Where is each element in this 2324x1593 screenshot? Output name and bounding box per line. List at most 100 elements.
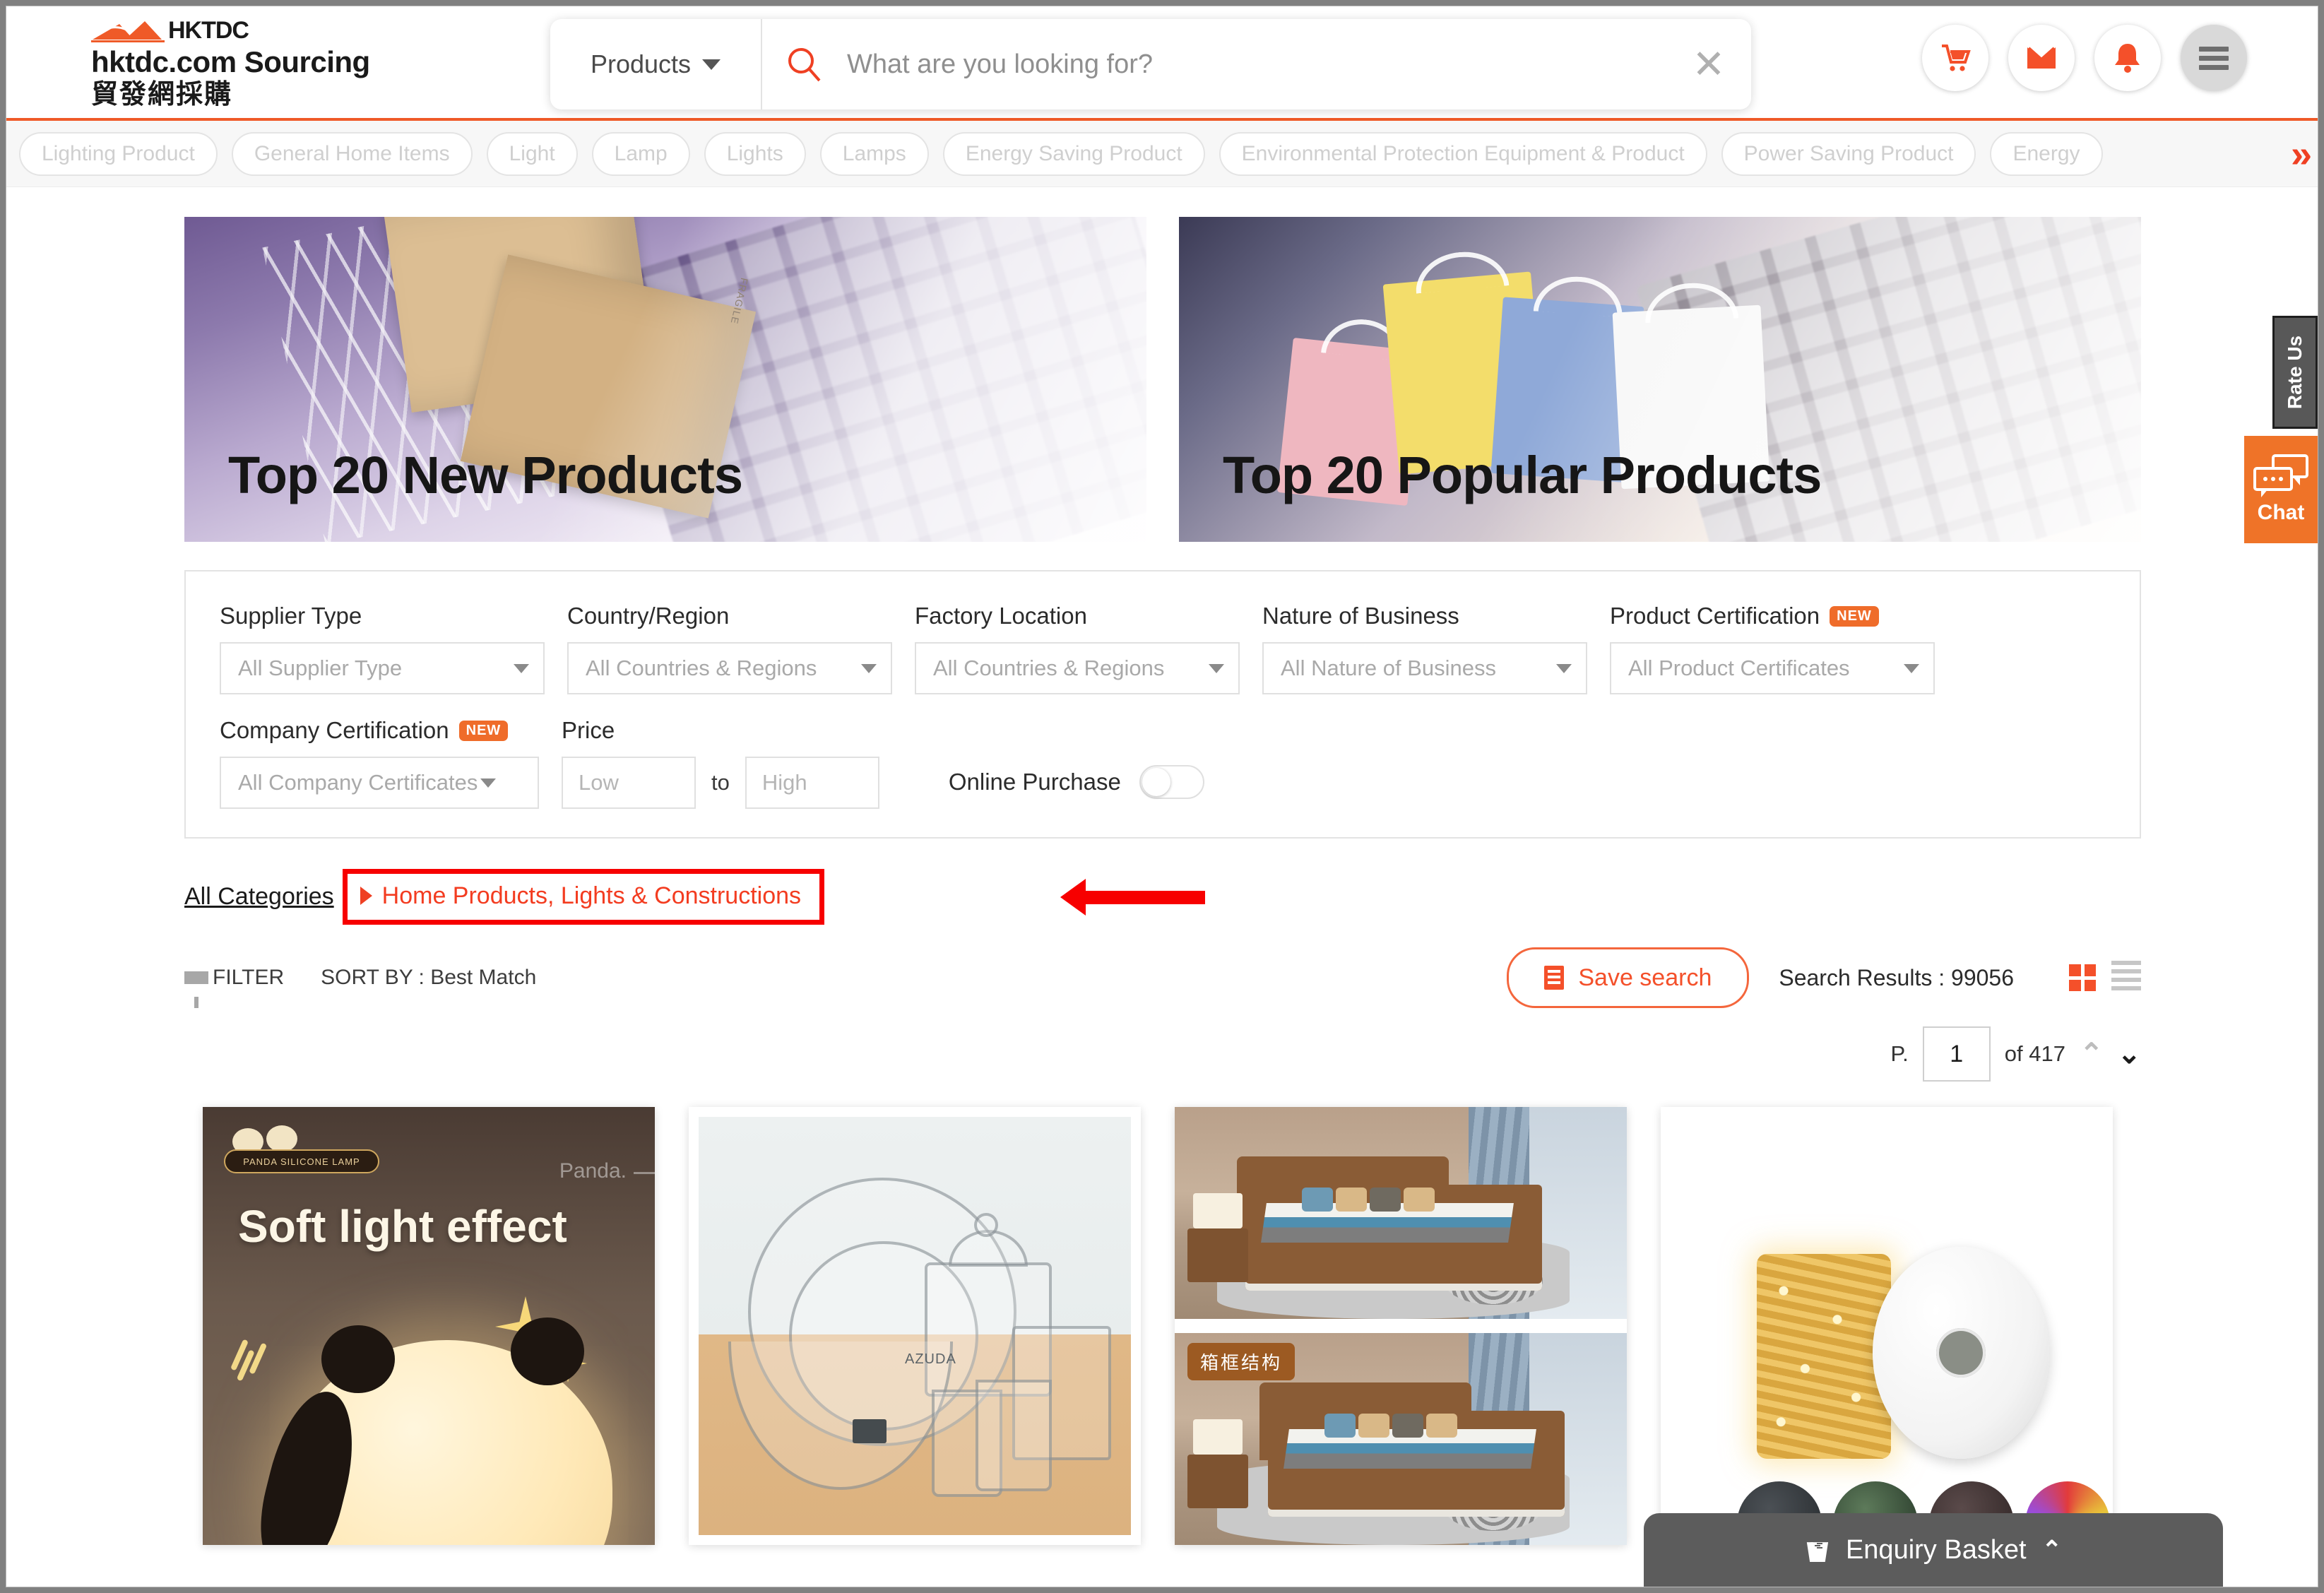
sort-by-dropdown[interactable]: SORT BY : Best Match xyxy=(321,966,536,990)
filter-country-region: Country/Region All Countries & Regions xyxy=(567,603,892,694)
chip-lamp[interactable]: Lamp xyxy=(591,131,690,176)
clear-search-icon[interactable]: ✕ xyxy=(1666,45,1751,84)
filter-label: Country/Region xyxy=(567,603,730,629)
brand-name-zh: 貿發網採購 xyxy=(91,80,233,109)
new-badge: NEW xyxy=(1830,605,1879,627)
rate-us-tab[interactable]: Rate Us xyxy=(2272,316,2318,429)
breadcrumb-all-categories[interactable]: All Categories xyxy=(184,883,334,911)
filter-nature-of-business: Nature of Business All Nature of Busines… xyxy=(1262,603,1587,694)
chevron-down-icon[interactable]: ⌄ xyxy=(2117,1040,2141,1068)
breadcrumb-highlight-box: Home Products, Lights & Constructions xyxy=(342,868,825,925)
filter-button[interactable]: FILTER xyxy=(184,966,284,1008)
supplier-type-select[interactable]: All Supplier Type xyxy=(220,642,545,694)
chat-button[interactable]: Chat xyxy=(2244,436,2318,543)
badge-text: PANDA SILICONE LAMP xyxy=(243,1156,360,1167)
search-input[interactable] xyxy=(847,49,1666,80)
banner-top-20-new-products[interactable]: FRAGILE FRAGILE Top 20 New Products xyxy=(184,217,1146,542)
factory-location-select[interactable]: All Countries & Regions xyxy=(915,642,1240,694)
product-brand-mark: AZUDA xyxy=(905,1351,956,1367)
product-chinese-tag: 箱框结构 xyxy=(1187,1343,1296,1380)
basket-add-icon xyxy=(1806,1542,1829,1562)
product-card-led-string-light[interactable] xyxy=(1661,1107,2113,1545)
filter-price: Price Low to High xyxy=(562,717,879,809)
product-results-grid: PANDA SILICONE LAMP Panda. Soft light ef… xyxy=(203,1107,2318,1545)
header-icon-group xyxy=(1922,25,2247,91)
list-view-icon[interactable] xyxy=(2111,961,2141,995)
enquiry-basket-bar[interactable]: Enquiry Basket ⌃ xyxy=(1644,1513,2223,1587)
bell-icon[interactable] xyxy=(2094,25,2161,91)
view-mode-toggles xyxy=(2069,961,2141,995)
price-low-input[interactable]: Low xyxy=(562,757,696,809)
panda-ear-art xyxy=(321,1325,395,1393)
chat-label: Chat xyxy=(2257,501,2305,524)
filter-supplier-type: Supplier Type All Supplier Type xyxy=(220,603,545,694)
select-value: All Countries & Regions xyxy=(933,656,1165,680)
breadcrumb-current-category[interactable]: Home Products, Lights & Constructions xyxy=(382,882,801,910)
price-to-label: to xyxy=(711,770,730,795)
search-icon[interactable] xyxy=(762,45,847,83)
filter-label: Product Certification NEW xyxy=(1610,603,1935,629)
chip-lighting-product[interactable]: Lighting Product xyxy=(19,131,218,176)
glass-jar-knob-art xyxy=(974,1213,998,1237)
chip-environmental-protection[interactable]: Environmental Protection Equipment & Pro… xyxy=(1219,131,1707,176)
browser-viewport: HKTDC hktdc.com Sourcing 貿發網採購 Products … xyxy=(6,6,2318,1587)
chevron-down-icon xyxy=(861,663,877,673)
breadcrumb: All Categories Home Products, Lights & C… xyxy=(184,863,2318,930)
page-number-input[interactable]: 1 xyxy=(1922,1026,1991,1082)
hktdc-logo-mark: HKTDC xyxy=(91,14,458,42)
select-value: All Company Certificates xyxy=(238,770,478,795)
promo-banner-row: FRAGILE FRAGILE Top 20 New Products Top … xyxy=(184,217,2141,542)
arrow-tail xyxy=(1086,890,1205,904)
country-region-select[interactable]: All Countries & Regions xyxy=(567,642,892,694)
filter-label: Price xyxy=(562,717,615,743)
envelope-icon[interactable] xyxy=(2008,25,2075,91)
product-card-glassware-set[interactable]: AZUDA xyxy=(689,1107,1141,1545)
filter-label: Nature of Business xyxy=(1262,603,1459,629)
chevron-down-icon xyxy=(1904,663,1919,673)
grid-view-icon[interactable] xyxy=(2069,964,2096,991)
save-search-button[interactable]: Save search xyxy=(1507,947,1750,1008)
select-value: All Supplier Type xyxy=(238,656,403,680)
price-high-input[interactable]: High xyxy=(745,757,879,809)
product-card-wood-bed-set[interactable]: 箱框结构 xyxy=(1175,1107,1627,1545)
chevron-down-icon xyxy=(1209,663,1224,673)
filter-factory-location: Factory Location All Countries & Regions xyxy=(915,603,1240,694)
chevron-down-icon xyxy=(514,663,529,673)
hktdc-wordmark: HKTDC xyxy=(168,17,249,44)
chip-energy-saving-product[interactable]: Energy Saving Product xyxy=(942,131,1205,176)
shopping-cart-icon[interactable] xyxy=(1922,25,1988,91)
chip-lamps[interactable]: Lamps xyxy=(819,131,929,176)
product-certification-select[interactable]: All Product Certificates xyxy=(1610,642,1935,694)
chevron-right-icon xyxy=(360,887,372,905)
banner-top-20-popular-products[interactable]: Top 20 Popular Products xyxy=(1179,217,2141,542)
chip-energy[interactable]: Energy xyxy=(1990,131,2103,176)
company-certification-select[interactable]: All Company Certificates xyxy=(220,757,539,809)
filter-label: Company Certification NEW xyxy=(220,717,539,744)
chip-light[interactable]: Light xyxy=(486,131,578,176)
bedroom-scene-art xyxy=(1175,1107,1627,1319)
hamburger-menu-icon[interactable] xyxy=(2181,25,2247,91)
chip-lights[interactable]: Lights xyxy=(704,131,806,176)
filter-label-text: Product Certification xyxy=(1610,603,1820,629)
filter-product-certification: Product Certification NEW All Product Ce… xyxy=(1610,603,1935,694)
pagination-control: P. 1 of 417 ⌃ ⌄ xyxy=(184,1026,2141,1082)
online-purchase-toggle[interactable] xyxy=(1139,765,1204,799)
chat-bubbles-icon xyxy=(2253,454,2308,497)
filter-label-text: Company Certification xyxy=(220,717,449,743)
product-card-panda-night-lamp[interactable]: PANDA SILICONE LAMP Panda. Soft light ef… xyxy=(203,1107,655,1545)
chevron-up-icon[interactable]: ⌃ xyxy=(2080,1040,2104,1068)
page-total-label: of 417 xyxy=(2004,1041,2065,1066)
products-dropdown-label: Products xyxy=(590,49,692,78)
related-keyword-chips: Lighting Product General Home Items Ligh… xyxy=(6,121,2318,187)
site-logo[interactable]: HKTDC hktdc.com Sourcing 貿發網採購 xyxy=(91,14,458,110)
chevron-down-icon xyxy=(702,59,721,70)
select-value: All Nature of Business xyxy=(1281,656,1496,680)
rate-us-label: Rate Us xyxy=(2284,335,2306,410)
products-category-dropdown[interactable]: Products xyxy=(550,19,762,109)
arrow-head xyxy=(1060,879,1086,916)
nature-of-business-select[interactable]: All Nature of Business xyxy=(1262,642,1587,694)
save-disk-icon xyxy=(1544,966,1565,990)
chip-power-saving-product[interactable]: Power Saving Product xyxy=(1721,131,1976,176)
chip-general-home-items[interactable]: General Home Items xyxy=(231,131,473,176)
chips-expand-button[interactable]: » xyxy=(2240,121,2318,186)
